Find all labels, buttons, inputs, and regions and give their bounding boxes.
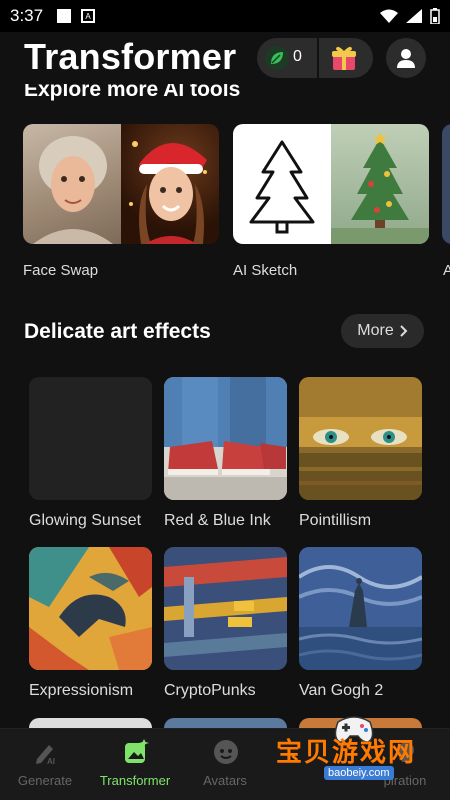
watermark-domain: baobeiy.com (324, 766, 394, 780)
art-label-cryptopunks: CryptoPunks (164, 682, 256, 699)
battery-icon (430, 8, 440, 24)
sketch-outline-image (233, 124, 331, 244)
notification-icon (57, 9, 72, 23)
face-swap-before-image (23, 124, 121, 244)
svg-text:AI: AI (47, 757, 55, 765)
nav-avatars[interactable]: Avatars (180, 729, 270, 800)
art-card-cryptopunks[interactable] (164, 547, 287, 670)
art-card-glowing-sunset[interactable] (29, 377, 152, 500)
tool-card-partial[interactable] (442, 124, 450, 244)
nav-label: Avatars (203, 773, 247, 788)
coin-count: 0 (293, 48, 302, 65)
watermark-text: 宝贝游戏网 (276, 737, 417, 767)
art-card-red-blue-ink[interactable] (164, 377, 287, 500)
art-card-van-gogh-2[interactable] (299, 547, 422, 670)
art-label-pointillism: Pointillism (299, 512, 372, 529)
art-card-pointillism[interactable] (299, 377, 422, 500)
image-sparkle-icon (125, 739, 149, 763)
chevron-right-icon (400, 325, 408, 337)
tool-card-face-swap[interactable] (23, 124, 219, 244)
status-time: 3:37 (10, 6, 44, 25)
app-notification-icon: A (81, 9, 96, 23)
nav-transformer[interactable]: Transformer (90, 729, 180, 800)
more-button-label: More (357, 322, 394, 339)
tool-label-face-swap: Face Swap (23, 262, 99, 279)
art-label-red-blue-ink: Red & Blue Ink (164, 512, 271, 529)
pen-ai-icon: AI (36, 745, 55, 765)
art-effects-title: Delicate art effects (24, 320, 211, 343)
more-button[interactable]: More (341, 314, 424, 348)
nav-label: Generate (17, 773, 73, 788)
user-icon (397, 49, 415, 68)
sketch-rendered-image (331, 124, 429, 244)
art-card-expressionism[interactable] (29, 547, 152, 670)
leaf-icon (265, 46, 289, 70)
tool-card-ai-sketch[interactable] (233, 124, 429, 244)
page-title: Transformer (24, 36, 237, 77)
pill-divider (317, 38, 319, 78)
coin-balance-pill[interactable]: 0 (257, 38, 373, 78)
status-bar: 3:37 A (0, 0, 450, 32)
wifi-icon (380, 9, 398, 23)
app-header: Transformer 0 (0, 32, 450, 84)
tool-label-ai-sketch: AI Sketch (233, 262, 298, 279)
art-label-van-gogh-2: Van Gogh 2 (299, 682, 384, 699)
signal-icon (406, 9, 422, 23)
status-icons (380, 8, 440, 24)
face-swap-after-image (121, 124, 219, 244)
nav-generate[interactable]: AI Generate (0, 729, 90, 800)
art-label-glowing-sunset: Glowing Sunset (29, 512, 142, 529)
profile-button[interactable] (386, 38, 426, 78)
nav-label: Transformer (99, 773, 171, 788)
watermark: 宝贝游戏网 baobeiy.com (276, 714, 446, 784)
art-label-expressionism: Expressionism (29, 682, 134, 699)
tool-label-partial: A (443, 262, 450, 279)
face-icon (214, 740, 238, 764)
gift-icon[interactable] (331, 44, 357, 72)
